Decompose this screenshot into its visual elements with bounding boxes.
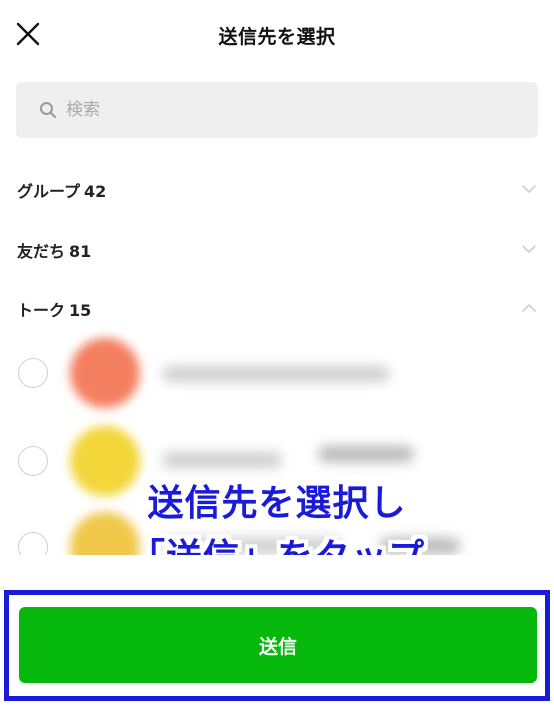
- avatar: [70, 338, 140, 408]
- section-friends-title: 友だち: [17, 242, 66, 261]
- section-groups[interactable]: グループ 42: [0, 164, 554, 214]
- chevron-down-icon: [522, 245, 536, 253]
- header: 送信先を選択: [0, 0, 554, 70]
- section-talks-title: トーク: [17, 301, 66, 320]
- chevron-down-icon: [522, 185, 536, 193]
- section-groups-label: グループ 42: [17, 178, 106, 202]
- page-title: 送信先を選択: [218, 26, 336, 48]
- redacted-name: [162, 366, 390, 382]
- send-button[interactable]: 送信: [19, 607, 537, 683]
- list-item[interactable]: [0, 338, 554, 410]
- section-talks-label: トーク 15: [17, 297, 91, 321]
- search-input[interactable]: [66, 95, 506, 125]
- chevron-up-icon: [522, 304, 536, 312]
- search-icon: [38, 100, 58, 120]
- redacted-name: [318, 446, 414, 462]
- section-talks-count: 15: [69, 301, 92, 320]
- section-groups-title: グループ: [17, 182, 81, 201]
- select-radio[interactable]: [18, 358, 48, 388]
- section-friends-label: 友だち 81: [17, 238, 91, 262]
- annotation-line-1: 送信先を選択し: [147, 483, 407, 524]
- section-friends[interactable]: 友だち 81: [0, 224, 554, 274]
- search-box[interactable]: [16, 82, 538, 138]
- select-radio[interactable]: [18, 446, 48, 476]
- redacted-name: [162, 452, 282, 468]
- section-talks[interactable]: トーク 15: [0, 283, 554, 333]
- section-friends-count: 81: [69, 242, 92, 261]
- section-groups-count: 42: [84, 182, 107, 201]
